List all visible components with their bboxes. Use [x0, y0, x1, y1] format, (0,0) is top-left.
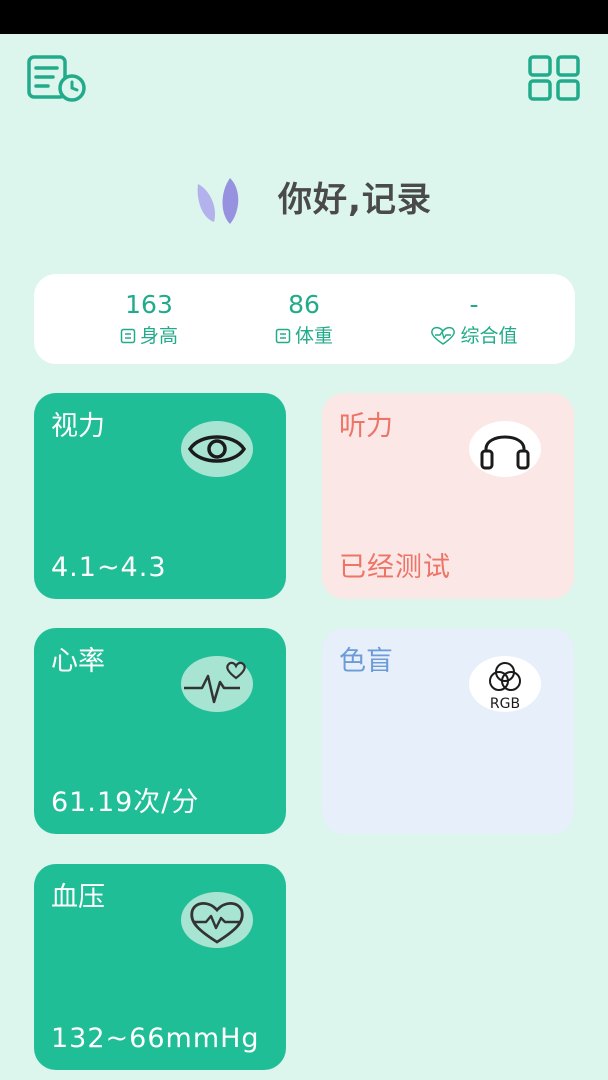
- greeting-header: 你好,记录: [0, 172, 608, 228]
- hearing-value: 已经测试: [339, 552, 451, 583]
- vision-title: 视力: [51, 411, 105, 442]
- rgb-icon-text: RGB: [490, 696, 520, 712]
- body-stats-card: 163 身高 86 体重 - 综合值: [34, 274, 575, 364]
- status-bar: [0, 0, 608, 34]
- heart-rate-icon: [180, 654, 254, 714]
- stat-composite[interactable]: - 综合值: [394, 288, 554, 350]
- headphones-icon: [468, 419, 542, 479]
- heart-pulse-icon: [431, 326, 456, 345]
- height-value: 163: [125, 290, 173, 319]
- leaf-logo-icon: [190, 174, 246, 226]
- heart-rate-title: 心率: [51, 646, 105, 677]
- weight-value: 86: [288, 290, 320, 319]
- history-record-icon[interactable]: [26, 54, 88, 104]
- blood-pressure-title: 血压: [51, 882, 105, 913]
- color-blind-title: 色盲: [339, 646, 393, 677]
- stat-height[interactable]: 163 身高: [69, 288, 229, 350]
- stat-weight[interactable]: 86 体重: [224, 288, 384, 350]
- heart-pressure-icon: [180, 890, 254, 950]
- composite-value: -: [469, 290, 479, 319]
- hearing-tile[interactable]: 听力 已经测试: [322, 393, 574, 599]
- rgb-circles-icon: RGB: [468, 654, 542, 714]
- grid-menu-icon[interactable]: [526, 54, 582, 104]
- eye-icon: [180, 419, 254, 479]
- greeting-text: 你好,记录: [278, 180, 432, 220]
- scale-icon: [275, 328, 291, 344]
- blood-pressure-tile[interactable]: 血压 132~66mmHg: [34, 864, 286, 1070]
- blood-pressure-value: 132~66mmHg: [51, 1023, 260, 1054]
- color-blind-tile[interactable]: 色盲 RGB: [322, 628, 574, 834]
- heart-rate-tile[interactable]: 心率 61.19次/分: [34, 628, 286, 834]
- hearing-title: 听力: [339, 411, 393, 442]
- vision-value: 4.1~4.3: [51, 552, 167, 583]
- vision-tile[interactable]: 视力 4.1~4.3: [34, 393, 286, 599]
- composite-label: 综合值: [460, 325, 518, 347]
- height-label: 身高: [139, 325, 178, 347]
- ruler-icon: [120, 328, 136, 344]
- weight-label: 体重: [294, 325, 333, 347]
- heart-rate-value: 61.19次/分: [51, 787, 200, 818]
